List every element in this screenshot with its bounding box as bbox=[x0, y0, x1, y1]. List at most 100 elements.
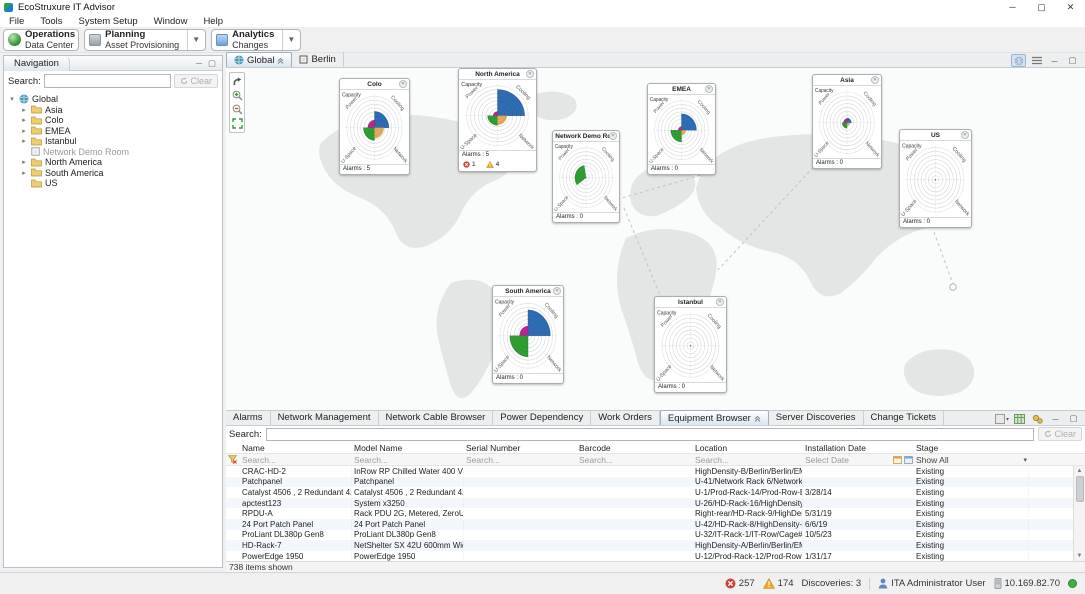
region-card-network-demo-ro-[interactable]: Network Demo Ro...✕CapacityPowerCoolingU… bbox=[552, 130, 620, 223]
menu-item-tools[interactable]: Tools bbox=[40, 16, 62, 27]
table-row[interactable]: CRAC-HD-2InRow RP Chilled Water 400 VHig… bbox=[226, 466, 1073, 477]
minimize-view-icon[interactable]: ─ bbox=[1047, 54, 1062, 67]
tree-item-south-america[interactable]: ▸South America bbox=[8, 168, 222, 179]
table-row[interactable]: HD-Rack-7NetShelter SX 42U 600mm Wide x … bbox=[226, 540, 1073, 551]
region-card-emea[interactable]: EMEA✕CapacityPowerCoolingU-SpaceNetworkA… bbox=[647, 83, 716, 175]
restore-icon[interactable] bbox=[754, 415, 761, 422]
tab-change-tickets[interactable]: Change Tickets bbox=[864, 410, 944, 425]
column-header-name[interactable]: Name bbox=[240, 443, 352, 453]
table-row[interactable]: apctest123System x3250U-26/HD-Rack-16/Hi… bbox=[226, 498, 1073, 509]
filter-search-input[interactable]: Search... bbox=[464, 455, 577, 465]
close-icon[interactable]: ✕ bbox=[609, 132, 617, 140]
tree-item-us[interactable]: US bbox=[8, 178, 222, 189]
tab-work-orders[interactable]: Work Orders bbox=[591, 410, 660, 425]
menu-item-window[interactable]: Window bbox=[154, 16, 188, 27]
map-mode-icon[interactable] bbox=[1011, 54, 1026, 67]
list-view-icon[interactable] bbox=[1029, 54, 1044, 67]
region-card-colo[interactable]: Colo✕CapacityPowerCoolingU-SpaceNetworkA… bbox=[339, 78, 410, 175]
scroll-down-icon[interactable]: ▼ bbox=[1077, 551, 1083, 561]
region-card-istanbul[interactable]: Istanbul✕CapacityPowerCoolingU-SpaceNetw… bbox=[654, 296, 727, 393]
tree-expander-icon[interactable]: ▸ bbox=[20, 127, 28, 135]
column-header-installation-date[interactable]: Installation Date bbox=[803, 443, 914, 453]
table-row[interactable]: PatchpanelPatchpanelU-41/Network Rack 6/… bbox=[226, 477, 1073, 488]
tree-item-network-demo-room[interactable]: Network Demo Room bbox=[8, 147, 222, 158]
chevron-down-icon[interactable]: ▼ bbox=[187, 30, 202, 50]
filter-funnel-icon[interactable] bbox=[226, 455, 240, 464]
map-node[interactable] bbox=[950, 284, 956, 290]
minimize-button[interactable]: ─ bbox=[998, 0, 1027, 15]
menu-item-system-setup[interactable]: System Setup bbox=[79, 16, 138, 27]
gears-icon[interactable] bbox=[1030, 412, 1045, 425]
zoom-out-icon[interactable] bbox=[232, 104, 243, 115]
close-icon[interactable]: ✕ bbox=[705, 85, 713, 93]
tree-item-istanbul[interactable]: ▸Istanbul bbox=[8, 136, 222, 147]
restore-icon[interactable] bbox=[277, 57, 284, 64]
maximize-view-icon[interactable]: ▢ bbox=[208, 58, 216, 69]
region-card-asia[interactable]: Asia✕CapacityPowerCoolingU-SpaceNetworkA… bbox=[812, 74, 882, 169]
tab-network-management[interactable]: Network Management bbox=[271, 410, 379, 425]
minimize-view-icon[interactable]: ─ bbox=[1048, 412, 1063, 425]
filter-search-input[interactable]: Search... bbox=[577, 455, 693, 465]
table-row[interactable]: PowerEdge 1950PowerEdge 1950U-12/Prod-Ra… bbox=[226, 551, 1073, 561]
critical-alarm-badge[interactable]: 1 bbox=[463, 161, 476, 168]
tree-expander-icon[interactable]: ▸ bbox=[20, 158, 28, 166]
maximize-view-icon[interactable]: ▢ bbox=[1066, 412, 1081, 425]
filter-search-input[interactable]: Search... bbox=[352, 455, 464, 465]
clear-button[interactable]: Clear bbox=[1038, 427, 1082, 441]
tab-network-cable-browser[interactable]: Network Cable Browser bbox=[379, 410, 494, 425]
zoom-in-icon[interactable] bbox=[232, 90, 243, 101]
critical-alarms-indicator[interactable]: 257 bbox=[725, 578, 755, 589]
tab-equipment-browser[interactable]: Equipment Browser bbox=[660, 410, 769, 425]
menu-item-help[interactable]: Help bbox=[203, 16, 223, 27]
calendar-icon[interactable] bbox=[904, 455, 913, 464]
equipment-search-input[interactable] bbox=[266, 428, 1035, 441]
close-icon[interactable]: ✕ bbox=[553, 287, 561, 295]
filter-search-input[interactable]: Search... bbox=[693, 455, 803, 465]
tab-global[interactable]: Global bbox=[226, 52, 292, 67]
warning-alarms-indicator[interactable]: 174 bbox=[763, 578, 794, 589]
tree-item-north-america[interactable]: ▸North America bbox=[8, 157, 222, 168]
undo-icon[interactable] bbox=[232, 76, 243, 87]
world-map-canvas[interactable]: Colo✕CapacityPowerCoolingU-SpaceNetworkA… bbox=[226, 68, 1085, 410]
tree-item-colo[interactable]: ▸Colo bbox=[8, 115, 222, 126]
chevron-down-icon[interactable]: ▼ bbox=[282, 30, 297, 50]
planning-perspective-button[interactable]: Planning Asset Provisioning ▼ bbox=[84, 29, 206, 51]
warning-alarm-badge[interactable]: 4 bbox=[486, 161, 500, 168]
tab-alarms[interactable]: Alarms bbox=[226, 410, 271, 425]
column-header-serial-number[interactable]: Serial Number bbox=[464, 443, 577, 453]
scroll-thumb[interactable] bbox=[1076, 476, 1084, 502]
close-icon[interactable]: ✕ bbox=[399, 80, 407, 88]
calendar-icon[interactable] bbox=[893, 455, 902, 464]
region-card-us[interactable]: US✕CapacityPowerCoolingU-SpaceNetworkAla… bbox=[899, 129, 972, 228]
operations-perspective-button[interactable]: Operations Data Center bbox=[3, 29, 79, 51]
table-settings-icon[interactable] bbox=[1012, 412, 1027, 425]
tree-item-global[interactable]: ▾Global bbox=[8, 94, 222, 105]
fit-to-screen-icon[interactable] bbox=[232, 118, 243, 129]
analytics-perspective-button[interactable]: Analytics Changes ▼ bbox=[211, 29, 301, 51]
table-row[interactable]: ProLiant DL380p Gen8ProLiant DL380p Gen8… bbox=[226, 530, 1073, 541]
tab-server-discoveries[interactable]: Server Discoveries bbox=[769, 410, 864, 425]
table-row[interactable]: RPDU-ARack PDU 2G, Metered, ZeroU, 5.7kW… bbox=[226, 508, 1073, 519]
discoveries-indicator[interactable]: Discoveries: 3 bbox=[802, 578, 862, 589]
tree-expander-icon[interactable]: ▸ bbox=[20, 106, 28, 114]
tree-expander-icon[interactable]: ▸ bbox=[20, 116, 28, 124]
column-header-location[interactable]: Location bbox=[693, 443, 803, 453]
tree-expander-icon[interactable]: ▾ bbox=[8, 95, 16, 103]
tab-power-dependency[interactable]: Power Dependency bbox=[493, 410, 591, 425]
vertical-scrollbar[interactable]: ▲ ▼ bbox=[1073, 466, 1085, 561]
region-card-south-america[interactable]: South America✕CapacityPowerCoolingU-Spac… bbox=[492, 285, 564, 384]
region-card-north-america[interactable]: North America✕CapacityPowerCoolingU-Spac… bbox=[458, 68, 537, 172]
table-row[interactable]: 24 Port Patch Panel24 Port Patch PanelU-… bbox=[226, 519, 1073, 530]
column-header-model-name[interactable]: Model Name bbox=[352, 443, 464, 453]
minimize-view-icon[interactable]: ─ bbox=[196, 58, 202, 69]
maximize-button[interactable]: ▢ bbox=[1027, 0, 1056, 15]
filter-date-input[interactable]: Select Date bbox=[803, 455, 914, 465]
tree-item-asia[interactable]: ▸Asia bbox=[8, 105, 222, 116]
filter-stage-select[interactable]: Show All▾ bbox=[914, 455, 1029, 465]
clear-button[interactable]: Clear bbox=[174, 74, 218, 88]
layout-select-icon[interactable] bbox=[994, 412, 1009, 425]
tree-expander-icon[interactable]: ▸ bbox=[20, 137, 28, 145]
tree-expander-icon[interactable]: ▸ bbox=[20, 169, 28, 177]
navigation-view-tab[interactable]: Navigation bbox=[4, 56, 70, 71]
scroll-up-icon[interactable]: ▲ bbox=[1077, 466, 1083, 476]
